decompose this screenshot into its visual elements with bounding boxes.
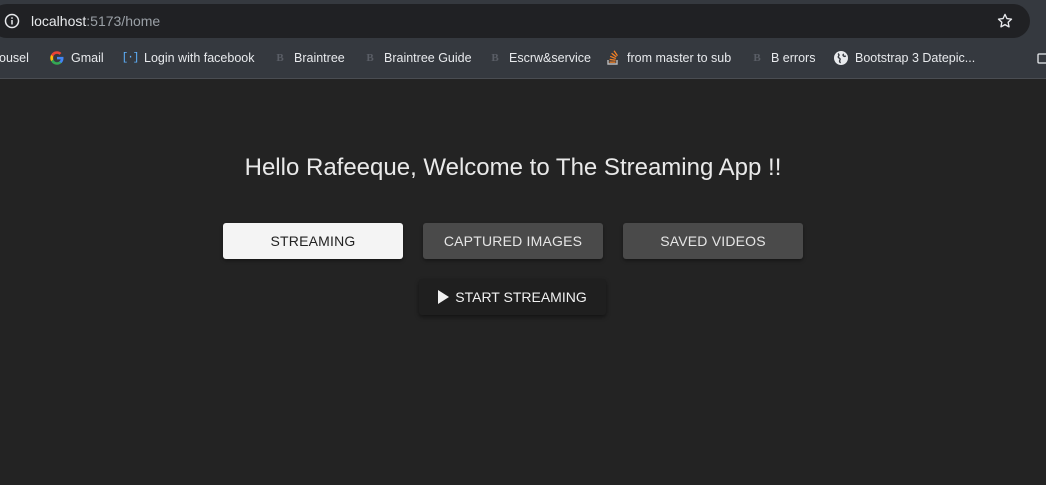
play-icon (438, 290, 450, 304)
info-icon[interactable] (4, 13, 20, 29)
welcome-heading: Hello Rafeeque, Welcome to The Streaming… (244, 154, 782, 181)
bookmark-folder-icon[interactable] (1037, 51, 1046, 65)
bookmark-label: ousel (0, 51, 29, 65)
bookmark-braintree[interactable]: B Braintree (272, 46, 345, 70)
bookmark-label: B errors (771, 51, 816, 65)
bookmark-label: Gmail (71, 51, 104, 65)
bookmark-label: Escrw&service (509, 51, 591, 65)
saved-videos-tab-button[interactable]: SAVED VIDEOS (623, 223, 803, 259)
b-icon: B (753, 52, 761, 64)
app-page: Hello Rafeeque, Welcome to The Streaming… (0, 79, 1046, 485)
bookmark-label: from master to sub (627, 51, 732, 65)
captured-images-tab-button[interactable]: CAPTURED IMAGES (423, 223, 603, 259)
star-icon[interactable] (996, 12, 1014, 30)
b-icon: B (276, 52, 284, 64)
bookmark-braintree-guide[interactable]: B Braintree Guide (362, 46, 472, 70)
b-icon: B (366, 52, 374, 64)
bookmark-carousel[interactable]: ousel (0, 46, 29, 70)
bookmark-bootstrap-datepicker[interactable]: Bootstrap 3 Datepic... (833, 46, 975, 70)
google-icon (49, 50, 65, 66)
streaming-tab-button[interactable]: STREAMING (223, 223, 403, 259)
bracket-icon: [·] (121, 52, 140, 64)
stackoverflow-icon (605, 50, 621, 66)
browser-chrome: localhost:5173/home ousel Gmail [·] Logi… (0, 0, 1046, 79)
start-streaming-button[interactable]: START STREAMING (419, 279, 606, 315)
bookmark-label: Braintree (294, 51, 345, 65)
bookmark-label: Braintree Guide (384, 51, 472, 65)
bookmark-label: Bootstrap 3 Datepic... (855, 51, 976, 65)
bookmark-label: Login with facebook (144, 51, 255, 65)
bookmark-gmail[interactable]: Gmail (49, 46, 104, 70)
url-host: localhost (31, 13, 87, 29)
bookmark-escrw-service[interactable]: B Escrw&service (487, 46, 591, 70)
address-bar[interactable]: localhost:5173/home (0, 4, 1030, 38)
url-path: :5173/home (86, 13, 161, 29)
bookmarks-bar: ousel Gmail [·] Login with facebook B Br… (0, 46, 1046, 70)
bookmark-b-errors[interactable]: B B errors (749, 46, 815, 70)
globe-icon (833, 50, 849, 66)
b-icon: B (491, 52, 499, 64)
bookmark-from-master-to-sub[interactable]: from master to sub (605, 46, 731, 70)
start-streaming-label: START STREAMING (455, 289, 587, 305)
url-text[interactable]: localhost:5173/home (31, 12, 160, 30)
bookmark-login-facebook[interactable]: [·] Login with facebook (122, 46, 255, 70)
